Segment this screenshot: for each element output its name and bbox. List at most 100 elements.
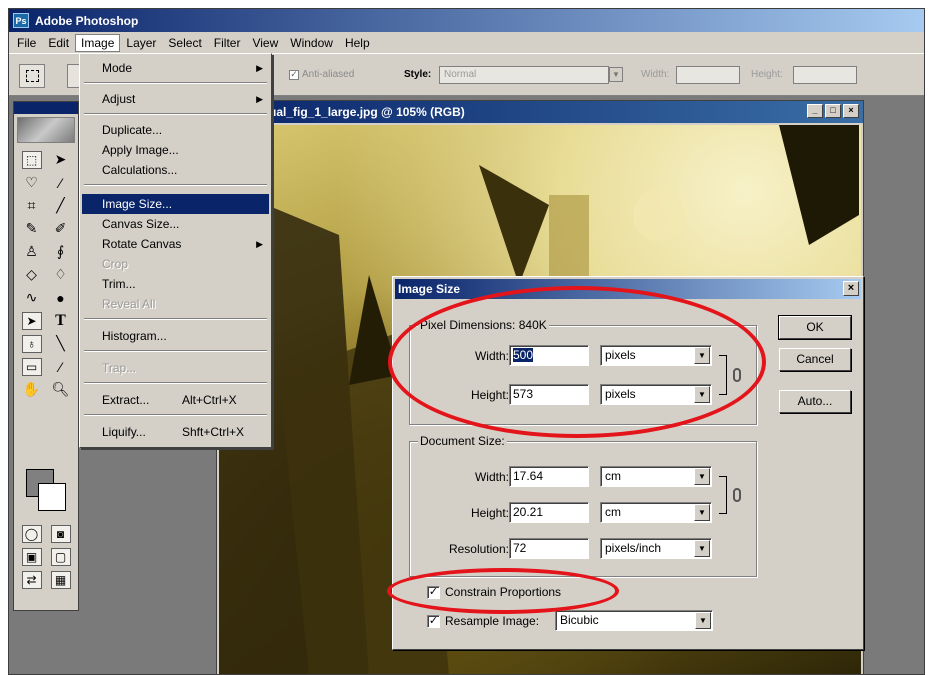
dialog-close-button[interactable]: × [843, 281, 859, 296]
minimize-button[interactable]: _ [807, 104, 823, 118]
resample-method-select[interactable]: Bicubic ▼ [555, 610, 713, 631]
eraser-tool[interactable]: ◇ [17, 263, 46, 286]
hand-tool[interactable]: ✋ [17, 378, 46, 401]
marquee-tool[interactable]: ⬚ [17, 148, 46, 171]
resample-image-checkbox[interactable]: ✓ Resample Image: [427, 614, 539, 628]
menu-view[interactable]: View [246, 34, 284, 52]
paint-bucket-icon: ♢ [54, 266, 67, 282]
document-titlebar[interactable]: ual_fig_1_large.jpg @ 105% (RGB) [217, 101, 863, 123]
imageready-icon: ⇄ [21, 570, 42, 589]
maximize-button[interactable]: □ [825, 104, 841, 118]
pixel-height-input[interactable]: 573 [509, 384, 589, 405]
pixel-width-input[interactable]: 500 [509, 345, 589, 366]
anti-aliased-checkbox[interactable]: ✓ Anti-aliased [289, 69, 354, 80]
menu-layer[interactable]: Layer [120, 34, 162, 52]
zoom-icon: 🔍︎ [51, 381, 70, 397]
path-selection-tool[interactable]: ➤ [17, 309, 46, 332]
jump-to-imageready-button[interactable]: ⇄ [17, 568, 46, 591]
menu-separator [84, 414, 267, 416]
slice-tool[interactable]: ╱ [46, 194, 75, 217]
standard-mode-button[interactable]: ◯ [17, 522, 46, 545]
menu-item-rotate-canvas[interactable]: Rotate Canvas ▶ [82, 234, 269, 254]
width-input[interactable] [676, 66, 740, 84]
screen-mode-standard-button[interactable]: ▣ [17, 545, 46, 568]
brush-tool[interactable]: ✎ [17, 217, 46, 240]
menu-item-mode[interactable]: Mode ▶ [82, 58, 269, 78]
style-select[interactable]: Normal [439, 66, 609, 84]
menu-item-trim[interactable]: Trim... [82, 274, 269, 294]
history-brush-tool[interactable]: ∮ [46, 240, 75, 263]
ok-button[interactable]: OK [778, 315, 852, 340]
document-window-controls: _ □ × [807, 104, 859, 118]
menu-window[interactable]: Window [284, 34, 339, 52]
screen-mode-full-button[interactable]: ▢ [46, 545, 75, 568]
dropdown-arrow-icon: ▼ [694, 504, 710, 521]
menu-item-calculations[interactable]: Calculations... [82, 160, 269, 180]
eyedropper-tool[interactable]: ⁄ [46, 355, 75, 378]
notes-icon: ▭ [21, 357, 42, 376]
marquee-tool-icon: ⬚ [21, 150, 42, 169]
notes-tool[interactable]: ▭ [17, 355, 46, 378]
auto-button[interactable]: Auto... [779, 390, 851, 413]
doc-height-unit-select[interactable]: cm ▼ [600, 502, 712, 523]
dropdown-arrow-icon: ▼ [695, 612, 711, 629]
height-input[interactable] [793, 66, 857, 84]
style-dropdown-icon[interactable]: ▼ [609, 67, 623, 82]
menu-item-adjust[interactable]: Adjust ▶ [82, 89, 269, 109]
doc-width-input[interactable]: 17.64 [509, 466, 589, 487]
menu-item-apply-image[interactable]: Apply Image... [82, 140, 269, 160]
quick-mask-button[interactable]: ◙ [46, 522, 75, 545]
menu-file[interactable]: File [11, 34, 42, 52]
constrain-proportions-checkbox[interactable]: ✓ Constrain Proportions [427, 585, 561, 599]
menu-item-liquify[interactable]: Liquify... Shft+Ctrl+X [82, 422, 269, 442]
menu-item-extract[interactable]: Extract... Alt+Ctrl+X [82, 390, 269, 410]
menu-item-duplicate[interactable]: Duplicate... [82, 120, 269, 140]
jump-extra-button[interactable]: ▦ [46, 568, 75, 591]
pixel-height-unit-select[interactable]: pixels ▼ [600, 384, 712, 405]
close-button[interactable]: × [843, 104, 859, 118]
marquee-tool-preset[interactable] [19, 64, 45, 88]
resolution-input[interactable]: 72 [509, 538, 589, 559]
doc-height-value: 20.21 [513, 505, 544, 519]
pixel-dimensions-label: Pixel Dimensions: [420, 318, 516, 332]
background-color-swatch[interactable] [38, 483, 66, 511]
menu-edit[interactable]: Edit [42, 34, 75, 52]
crop-tool[interactable]: ⌗ [17, 194, 46, 217]
dodge-tool[interactable]: ● [46, 286, 75, 309]
doc-height-input[interactable]: 20.21 [509, 502, 589, 523]
dialog-titlebar[interactable]: Image Size × [395, 279, 861, 299]
menu-item-adjust-label: Adjust [102, 92, 136, 106]
menu-filter[interactable]: Filter [208, 34, 247, 52]
menubar: File Edit Image Layer Select Filter View… [9, 32, 924, 53]
pen-tool[interactable]: ♁ [17, 332, 46, 355]
cancel-button[interactable]: Cancel [779, 348, 851, 371]
paint-bucket-tool[interactable]: ♢ [46, 263, 75, 286]
toolbox-logo[interactable] [17, 117, 75, 143]
menu-item-histogram[interactable]: Histogram... [82, 326, 269, 346]
dropdown-arrow-icon: ▼ [694, 386, 710, 403]
menu-item-reveal-all: Reveal All [102, 297, 156, 311]
toolbox-titlebar[interactable] [14, 102, 78, 114]
blur-tool[interactable]: ∿ [17, 286, 46, 309]
magic-wand-tool[interactable]: ⁄ [46, 171, 75, 194]
menu-item-extract-label: Extract... [102, 393, 150, 407]
blur-icon: ∿ [25, 289, 38, 305]
zoom-tool[interactable]: 🔍︎ [46, 378, 75, 401]
move-tool[interactable]: ➤ [46, 148, 75, 171]
menu-item-canvas-size[interactable]: Canvas Size... [82, 214, 269, 234]
type-tool[interactable]: T [46, 309, 75, 332]
pencil-tool[interactable]: ✐ [46, 217, 75, 240]
resolution-unit-select[interactable]: pixels/inch ▼ [600, 538, 712, 559]
menu-help[interactable]: Help [339, 34, 376, 52]
doc-width-unit-select[interactable]: cm ▼ [600, 466, 712, 487]
dropdown-arrow-icon: ▼ [694, 540, 710, 557]
doc-width-unit: cm [605, 469, 621, 483]
menu-select[interactable]: Select [162, 34, 207, 52]
resample-image-label: Resample Image: [445, 614, 540, 628]
clone-stamp-tool[interactable]: ♙ [17, 240, 46, 263]
menu-item-image-size[interactable]: Image Size... [82, 194, 269, 214]
menu-image[interactable]: Image [75, 33, 121, 52]
pixel-width-unit-select[interactable]: pixels ▼ [600, 345, 712, 366]
line-tool[interactable]: ╲ [46, 332, 75, 355]
lasso-tool[interactable]: ♡ [17, 171, 46, 194]
